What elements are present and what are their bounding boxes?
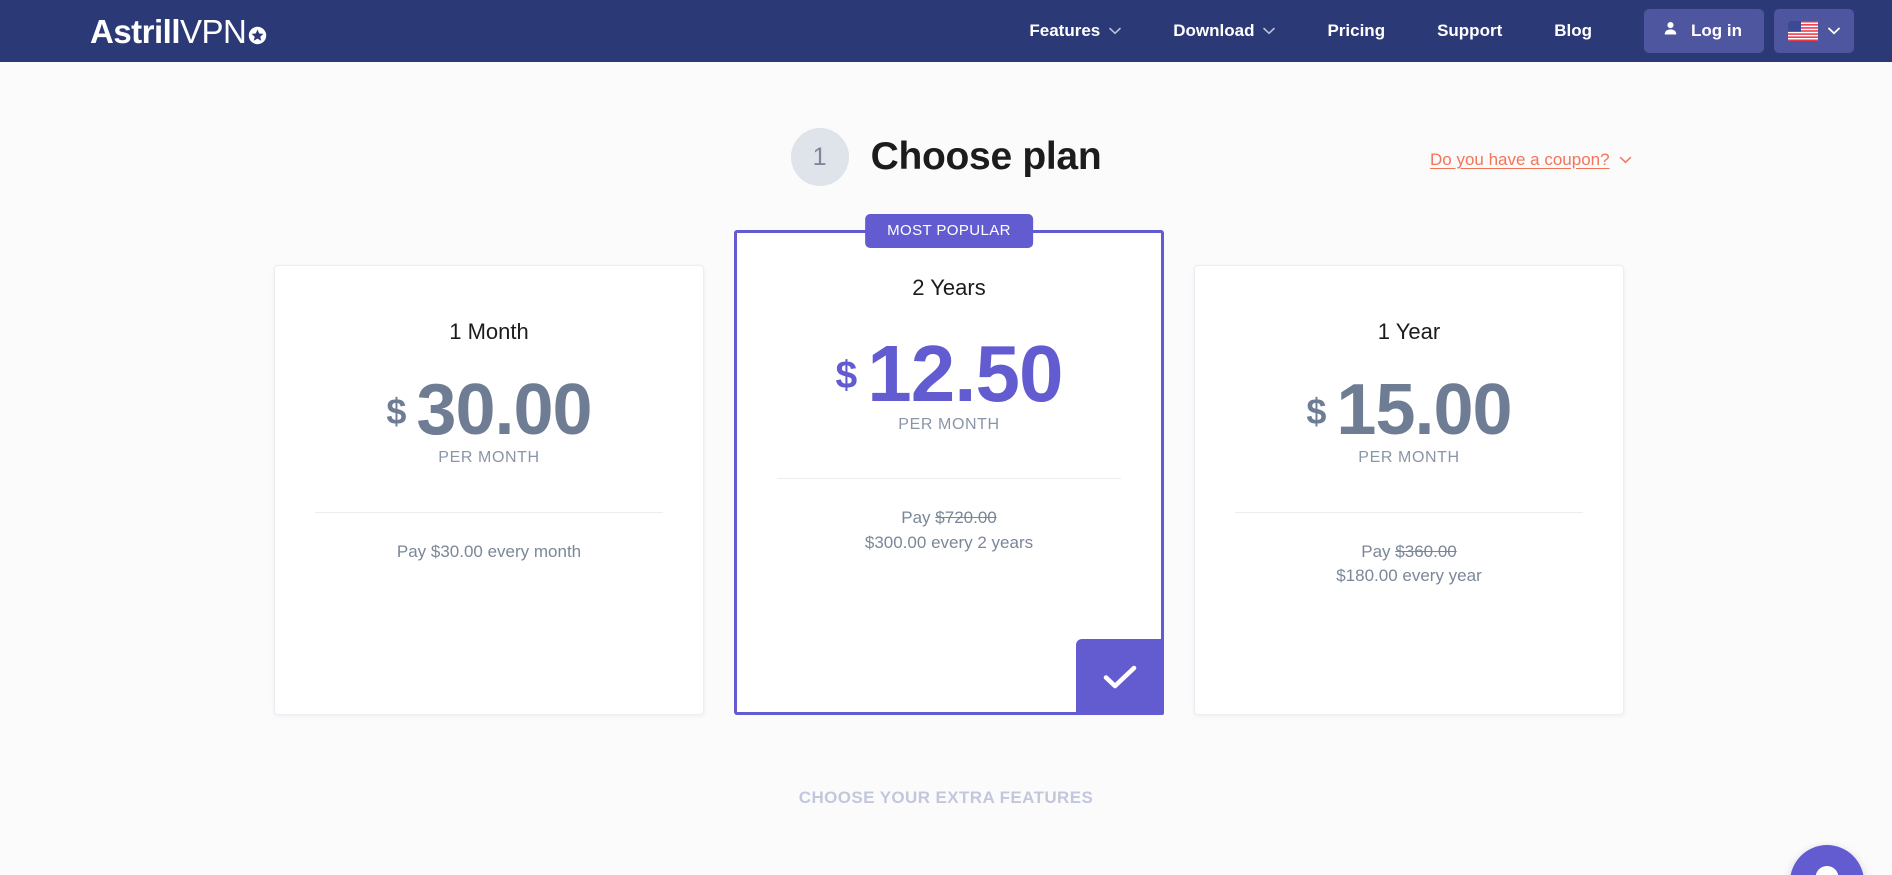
card-divider [1235,512,1583,514]
astrill-vpn-logo[interactable]: Astrill VPN [90,15,267,48]
card-divider [777,478,1121,480]
chevron-down-icon [1109,27,1122,35]
coupon-toggle[interactable]: Do you have a coupon? [1430,150,1632,170]
original-price: $360.00 [1395,542,1457,562]
plan-title: 2 Years [912,275,986,300]
login-button[interactable]: Log in [1644,9,1764,53]
plan-price: $ 30.00 [275,370,703,450]
billing-line: Pay $30.00 every month [396,542,582,562]
site-header: Astrill VPN Features Download Pricing Sup… [0,0,1892,62]
login-button-label: Log in [1691,21,1742,40]
price-period: PER MONTH [898,416,1000,434]
logo-text-light: VPN [180,12,247,50]
logo-text-bold: Astrill [90,12,181,50]
nav-label-features: Features [1029,21,1101,40]
currency-symbol: $ [835,354,858,398]
nav-item-download[interactable]: Download [1147,21,1301,41]
price-amount: 12.50 [867,329,1063,418]
nav-label-blog: Blog [1554,21,1593,40]
price-period: PER MONTH [438,449,540,467]
chevron-down-icon [1828,27,1840,35]
plan-price: $ 15.00 [1195,370,1623,450]
header-actions: Log in [1644,9,1854,53]
billing-line-current: $180.00 every year [1336,566,1482,586]
card-divider [315,512,663,514]
plan-title: 1 Month [449,319,529,344]
plan-card-2-years[interactable]: MOST POPULAR 2 Years $ 12.50 PER MONTH P… [734,214,1164,715]
main-navigation: Features Download Pricing Support Blog L… [1003,9,1854,53]
chat-widget-button[interactable] [1790,845,1864,875]
step-header: 1 Choose plan Do you have a coupon? [0,128,1892,186]
plan-card-1-month[interactable]: 1 Month $ 30.00 PER MONTH Pay $30.00 eve… [274,265,704,715]
nav-item-blog[interactable]: Blog [1528,21,1618,41]
chat-bubble-icon [1807,860,1847,875]
chevron-down-icon [1263,27,1276,35]
original-price: $720.00 [935,508,997,528]
nav-label-support: Support [1437,21,1503,40]
currency-symbol: $ [1306,391,1327,433]
billing-line-original: Pay $360.00 [1195,540,1623,564]
coupon-label: Do you have a coupon? [1430,150,1610,169]
page-title: Choose plan [870,135,1102,178]
plan-title: 1 Year [1377,319,1441,344]
plan-billing-info: Pay $720.00 $300.00 every 2 years [737,506,1161,554]
step-number-badge: 1 [790,128,849,186]
selected-check-badge [1076,639,1164,715]
chevron-down-icon [1619,156,1632,164]
us-flag-icon [1788,21,1818,41]
pay-prefix: Pay [901,508,936,528]
plan-list: 1 Month $ 30.00 PER MONTH Pay $30.00 eve… [0,214,1892,715]
nav-item-support[interactable]: Support [1411,21,1528,41]
most-popular-badge: MOST POPULAR [865,214,1033,248]
star-badge-icon [248,17,267,44]
currency-symbol: $ [386,391,407,433]
plan-price: $ 12.50 [737,329,1161,418]
billing-line-current: $300.00 every 2 years [864,532,1034,552]
extra-features-heading: CHOOSE YOUR EXTRA FEATURES [798,788,1094,807]
nav-label-pricing: Pricing [1327,21,1386,40]
check-icon [1103,665,1137,689]
user-icon [1662,20,1679,42]
plan-billing-info: Pay $30.00 every month [275,540,703,564]
price-period: PER MONTH [1358,449,1460,467]
plan-billing-info: Pay $360.00 $180.00 every year [1195,540,1623,588]
nav-item-pricing[interactable]: Pricing [1301,21,1411,41]
language-selector[interactable] [1774,9,1854,53]
plan-card-1-year[interactable]: 1 Year $ 15.00 PER MONTH Pay $360.00 $18… [1194,265,1624,715]
price-amount: 30.00 [416,370,592,450]
price-amount: 15.00 [1336,370,1512,450]
nav-item-features[interactable]: Features [1003,21,1147,41]
page-content: 1 Choose plan Do you have a coupon? 1 Mo… [0,128,1892,875]
nav-label-download: Download [1173,21,1255,40]
billing-line-original: Pay $720.00 [737,506,1161,530]
pay-prefix: Pay [1361,542,1396,562]
